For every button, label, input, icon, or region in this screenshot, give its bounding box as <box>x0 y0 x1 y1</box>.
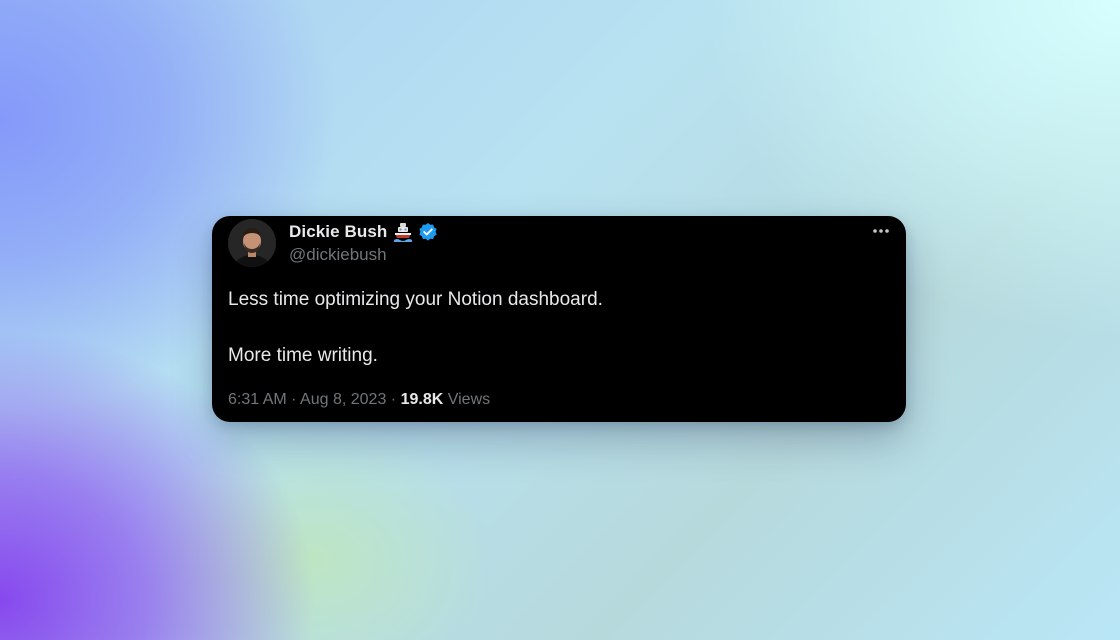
more-options-button[interactable] <box>870 224 892 238</box>
meta-separator: · <box>390 391 397 408</box>
display-name[interactable]: Dickie Bush <box>289 222 387 242</box>
tweet-card[interactable]: Dickie Bush @dickiebush Less time optimi… <box>212 216 906 422</box>
tweet-date[interactable]: Aug 8, 2023 <box>300 391 386 408</box>
more-options-icon <box>873 229 889 233</box>
ship-icon <box>392 221 414 243</box>
views-count[interactable]: 19.8K <box>401 391 444 408</box>
meta-separator: · <box>291 391 297 408</box>
tweet-text-line: More time writing. <box>228 345 378 366</box>
avatar[interactable] <box>228 219 276 267</box>
views-label[interactable]: Views <box>448 391 490 408</box>
author-handle[interactable]: @dickiebush <box>289 245 387 265</box>
author-name-row[interactable]: Dickie Bush <box>289 221 438 243</box>
tweet-time[interactable]: 6:31 AM <box>228 391 287 408</box>
tweet-body: Less time optimizing your Notion dashboa… <box>228 288 888 368</box>
verified-badge-icon <box>418 222 438 242</box>
tweet-text-line: Less time optimizing your Notion dashboa… <box>228 289 603 310</box>
avatar-image <box>228 219 276 267</box>
tweet-meta: 6:31 AM · Aug 8, 2023 · 19.8K Views <box>228 391 490 409</box>
